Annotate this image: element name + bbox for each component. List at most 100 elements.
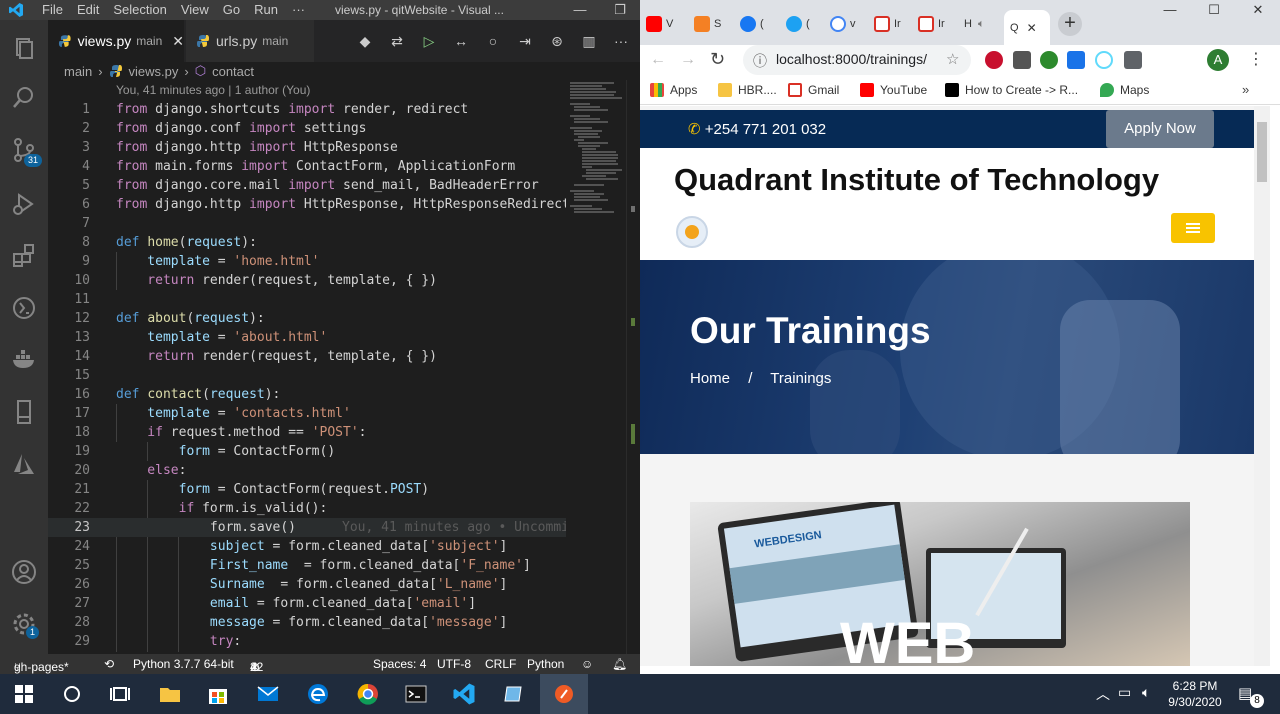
address-bar[interactable]: ⓘ localhost:8000/trainings/ ☆ xyxy=(743,45,971,75)
toggle-blame-icon[interactable]: ⊛ xyxy=(548,32,566,50)
eol-status[interactable]: CRLF xyxy=(485,657,516,671)
browser-tab[interactable]: Ir xyxy=(918,10,958,38)
feedback-icon[interactable]: ☺ xyxy=(581,657,593,671)
edge-browser-icon[interactable] xyxy=(306,682,330,706)
codelens-blame[interactable]: You, 41 minutes ago | 1 author (You) xyxy=(116,83,310,97)
mail-icon[interactable] xyxy=(256,682,280,706)
breadcrumb-folder[interactable]: main xyxy=(64,64,92,79)
terminal-icon[interactable] xyxy=(404,682,428,706)
virtualbox-icon[interactable] xyxy=(502,682,526,706)
restore-button[interactable]: ❐ xyxy=(600,0,640,20)
close-tab-icon[interactable]: ✕ xyxy=(172,33,184,50)
editor-scrollbar[interactable] xyxy=(626,80,640,654)
menu-go[interactable]: Go xyxy=(223,2,240,17)
windows-start-icon[interactable] xyxy=(12,682,36,706)
extension-tab-icon[interactable] xyxy=(1067,51,1085,69)
task-view-icon[interactable] xyxy=(108,682,132,706)
page-scrollbar[interactable] xyxy=(1254,106,1270,666)
institute-logo-icon[interactable] xyxy=(676,216,708,248)
minimize-button[interactable]: — xyxy=(560,0,600,20)
menu-file[interactable]: File xyxy=(42,2,63,17)
encoding-status[interactable]: UTF-8 xyxy=(437,657,471,671)
network-icon[interactable]: ▭ xyxy=(1118,684,1131,701)
browser-tab[interactable]: Ir xyxy=(874,10,914,38)
training-card-image[interactable]: WEBDESIGN WEB xyxy=(690,502,1190,666)
maximize-button[interactable]: ☐ xyxy=(1192,0,1236,20)
bookmark-apps[interactable]: Apps xyxy=(650,83,697,97)
browser-tab[interactable]: V xyxy=(646,10,686,38)
menu-selection[interactable]: Selection xyxy=(113,2,166,17)
open-changes-icon[interactable]: ↔ xyxy=(452,32,470,50)
system-clock[interactable]: 6:28 PM 9/30/2020 xyxy=(1165,678,1225,710)
code-editor[interactable]: 1 from django.shortcuts import render, re… xyxy=(48,100,570,652)
breadcrumb-home-link[interactable]: Home xyxy=(690,370,730,387)
bookmark-gmail[interactable]: Gmail xyxy=(788,83,839,97)
device-icon[interactable] xyxy=(10,398,38,426)
volume-icon[interactable]: 🔈︎ xyxy=(1142,684,1150,701)
tab-views-py[interactable]: views.py main ✕ xyxy=(48,20,184,62)
bookmarks-overflow-icon[interactable]: » xyxy=(1242,82,1249,97)
azure-icon[interactable] xyxy=(10,450,38,478)
reload-icon[interactable]: ↻ xyxy=(710,49,725,70)
browser-tab[interactable]: S xyxy=(694,10,734,38)
menu-run[interactable]: Run xyxy=(254,2,278,17)
site-info-icon[interactable]: ⓘ xyxy=(753,51,767,71)
indentation-status[interactable]: Spaces: 4 xyxy=(373,657,426,671)
hamburger-menu-button[interactable] xyxy=(1171,213,1215,243)
menu-more[interactable]: ··· xyxy=(292,2,305,17)
profile-avatar[interactable]: A xyxy=(1207,49,1229,71)
site-brand[interactable]: Quadrant Institute of Technology xyxy=(674,162,1159,198)
back-arrow-icon[interactable]: ← xyxy=(650,51,666,69)
extensions-puzzle-icon[interactable] xyxy=(1124,51,1142,69)
cortana-search-icon[interactable] xyxy=(60,682,84,706)
minimize-button[interactable]: — xyxy=(1148,0,1192,20)
minimap[interactable] xyxy=(566,80,626,654)
split-editor-icon[interactable]: ▥ xyxy=(580,32,598,50)
postman-icon[interactable] xyxy=(552,682,576,706)
bookmark-maps[interactable]: Maps xyxy=(1100,83,1149,97)
microsoft-store-icon[interactable] xyxy=(206,682,230,706)
chrome-menu-icon[interactable]: ⋮ xyxy=(1248,49,1264,69)
next-change-icon[interactable]: ⇥ xyxy=(516,32,534,50)
browser-tab[interactable]: ( xyxy=(786,10,826,38)
react-devtools-icon[interactable] xyxy=(1095,51,1113,69)
browser-tab[interactable]: v xyxy=(830,10,870,38)
docker-icon[interactable] xyxy=(10,346,38,374)
browser-tab[interactable]: H 🔈︎ xyxy=(964,10,1004,38)
compare-changes-icon[interactable]: ⇄ xyxy=(388,32,406,50)
close-tab-icon[interactable]: ✕ xyxy=(1027,21,1037,35)
new-tab-button[interactable]: + xyxy=(1058,12,1082,36)
browser-tab-active[interactable]: Q ✕ xyxy=(1004,10,1050,45)
tab-urls-py[interactable]: urls.py main xyxy=(186,20,314,62)
menu-edit[interactable]: Edit xyxy=(77,2,99,17)
previous-change-icon[interactable]: ○ xyxy=(484,32,502,50)
git-graph-icon[interactable]: ◆ xyxy=(356,32,374,50)
run-debug-icon[interactable] xyxy=(10,190,38,218)
vscode-taskbar-icon[interactable] xyxy=(452,682,476,706)
extension-window-icon[interactable] xyxy=(1013,51,1031,69)
adblock-plus-icon[interactable] xyxy=(985,51,1003,69)
python-interpreter[interactable]: Python 3.7.7 64-bit xyxy=(133,657,234,671)
tray-overflow-icon[interactable]: ︿ xyxy=(1096,684,1110,704)
url-text[interactable]: localhost:8000/trainings/ xyxy=(776,51,927,67)
bookmark-star-icon[interactable]: ☆ xyxy=(946,50,959,68)
more-actions-icon[interactable]: ··· xyxy=(612,32,630,50)
bookmark-youtube[interactable]: YouTube xyxy=(860,83,927,97)
extensions-icon[interactable] xyxy=(10,242,38,270)
browser-tab[interactable]: ( xyxy=(740,10,780,38)
remote-icon[interactable] xyxy=(10,294,38,322)
breadcrumb-file[interactable]: views.py xyxy=(129,64,179,79)
breadcrumb-symbol[interactable]: contact xyxy=(212,64,254,79)
forward-arrow-icon[interactable]: → xyxy=(680,51,696,69)
notifications-bell-icon[interactable]: 🔔︎ xyxy=(612,657,627,671)
account-icon[interactable] xyxy=(10,558,38,586)
search-icon[interactable] xyxy=(10,84,38,112)
bookmark-how-to-create[interactable]: How to Create -> R... xyxy=(945,83,1078,97)
explorer-icon[interactable] xyxy=(10,34,38,62)
phone-number[interactable]: ✆ +254 771 201 032 xyxy=(688,120,826,138)
bookmark-hbr[interactable]: HBR.... xyxy=(718,83,777,97)
run-file-icon[interactable]: ▷ xyxy=(420,32,438,50)
close-window-button[interactable]: ✕ xyxy=(1236,0,1280,20)
apply-now-button[interactable]: Apply Now xyxy=(1106,110,1214,148)
chrome-taskbar-icon[interactable] xyxy=(356,682,380,706)
